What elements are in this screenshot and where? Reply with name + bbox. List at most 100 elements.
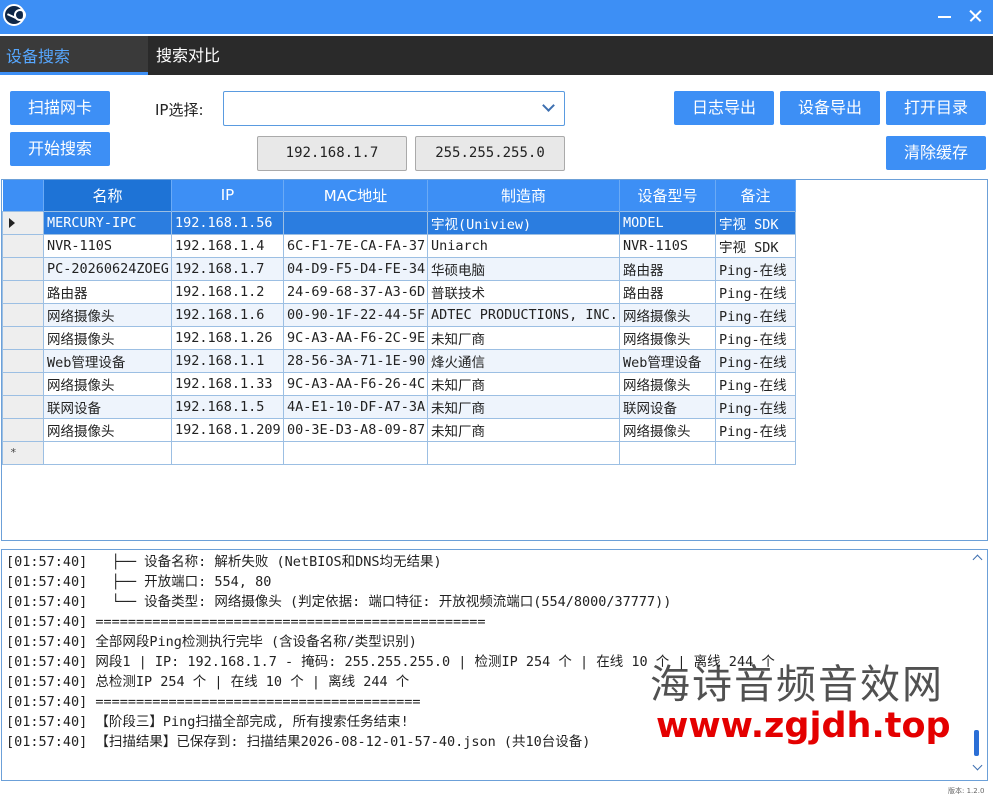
row-header[interactable] (2, 279, 44, 304)
cell-ip[interactable]: 192.168.1.33 (171, 371, 284, 396)
scroll-down-icon[interactable] (972, 760, 983, 771)
cell-remark[interactable]: Ping-在线 (715, 325, 796, 350)
column-header-ip[interactable]: IP (171, 180, 284, 211)
cell-name[interactable]: MERCURY-IPC (43, 210, 172, 235)
cell-remark[interactable]: 宇视 SDK (715, 233, 796, 258)
cell-manufacturer[interactable]: 未知厂商 (427, 394, 620, 419)
row-header[interactable] (2, 233, 44, 258)
new-row-cell[interactable] (283, 440, 428, 465)
cell-manufacturer[interactable]: 华硕电脑 (427, 256, 620, 281)
ip-address-field[interactable]: 192.168.1.7 (257, 136, 407, 171)
cell-name[interactable]: 网络摄像头 (43, 371, 172, 396)
table-row[interactable]: 网络摄像头 192.168.1.26 9C-A3-AA-F6-2C-9E 未知厂商 网络… (2, 325, 796, 350)
column-header-model[interactable]: 设备型号 (619, 180, 716, 211)
cell-mac[interactable]: 9C-A3-AA-F6-2C-9E (283, 325, 428, 350)
cell-name[interactable]: 网络摄像头 (43, 417, 172, 442)
device-grid[interactable]: 名称 IP MAC地址 制造商 设备型号 备注 MERCURY-IPC 192.1… (1, 179, 988, 541)
row-header[interactable] (2, 417, 44, 442)
cell-model[interactable]: Web管理设备 (619, 348, 716, 373)
table-row[interactable]: 联网设备 192.168.1.5 4A-E1-10-DF-A7-3A 未知厂商 联网设备… (2, 394, 796, 419)
cell-model[interactable]: 网络摄像头 (619, 417, 716, 442)
cell-ip[interactable]: 192.168.1.2 (171, 279, 284, 304)
cell-ip[interactable]: 192.168.1.209 (171, 417, 284, 442)
cell-name[interactable]: 路由器 (43, 279, 172, 304)
cell-mac[interactable] (283, 210, 428, 235)
cell-ip[interactable]: 192.168.1.26 (171, 325, 284, 350)
table-row[interactable]: Web管理设备 192.168.1.1 28-56-3A-71-1E-90 烽火通信 W… (2, 348, 796, 373)
cell-model[interactable]: 路由器 (619, 256, 716, 281)
column-header-manufacturer[interactable]: 制造商 (427, 180, 620, 211)
close-icon[interactable] (962, 4, 988, 28)
new-row-cell[interactable] (619, 440, 716, 465)
cell-mac[interactable]: 00-90-1F-22-44-5F (283, 302, 428, 327)
open-directory-button[interactable]: 打开目录 (886, 91, 986, 125)
cell-mac[interactable]: 04-D9-F5-D4-FE-34 (283, 256, 428, 281)
cell-ip[interactable]: 192.168.1.6 (171, 302, 284, 327)
cell-manufacturer[interactable]: ADTEC PRODUCTIONS, INC. (427, 302, 620, 327)
cell-name[interactable]: 联网设备 (43, 394, 172, 419)
new-row-cell[interactable] (427, 440, 620, 465)
cell-name[interactable]: NVR-110S (43, 233, 172, 258)
row-header[interactable] (2, 348, 44, 373)
cell-ip[interactable]: 192.168.1.5 (171, 394, 284, 419)
table-row[interactable]: 网络摄像头 192.168.1.209 00-3E-D3-A8-09-87 未知厂商网… (2, 417, 796, 442)
row-header[interactable] (2, 210, 44, 235)
table-row[interactable]: 网络摄像头 192.168.1.33 9C-A3-AA-F6-26-4C 未知厂商 网络… (2, 371, 796, 396)
device-export-button[interactable]: 设备导出 (780, 91, 880, 125)
cell-manufacturer[interactable]: 普联技术 (427, 279, 620, 304)
log-export-button[interactable]: 日志导出 (674, 91, 774, 125)
row-header[interactable] (2, 394, 44, 419)
cell-manufacturer[interactable]: 烽火通信 (427, 348, 620, 373)
row-header[interactable] (2, 371, 44, 396)
ip-select-dropdown[interactable] (223, 91, 565, 126)
cell-manufacturer[interactable]: 未知厂商 (427, 325, 620, 350)
cell-remark[interactable]: Ping-在线 (715, 279, 796, 304)
cell-manufacturer[interactable]: 未知厂商 (427, 417, 620, 442)
cell-remark[interactable]: Ping-在线 (715, 256, 796, 281)
new-row-cell[interactable] (715, 440, 796, 465)
new-row[interactable]: * (2, 440, 796, 465)
clear-cache-button[interactable]: 清除缓存 (886, 136, 986, 170)
tab-search-compare[interactable]: 搜索对比 (148, 36, 993, 75)
cell-ip[interactable]: 192.168.1.4 (171, 233, 284, 258)
cell-model[interactable]: 路由器 (619, 279, 716, 304)
row-header[interactable] (2, 256, 44, 281)
new-row-cell[interactable] (43, 440, 172, 465)
scan-nic-button[interactable]: 扫描网卡 (10, 91, 110, 125)
tab-device-search[interactable]: 设备搜索 (0, 36, 148, 75)
cell-remark[interactable]: 宇视 SDK (715, 210, 796, 235)
cell-remark[interactable]: Ping-在线 (715, 302, 796, 327)
cell-model[interactable]: 网络摄像头 (619, 302, 716, 327)
cell-mac[interactable]: 9C-A3-AA-F6-26-4C (283, 371, 428, 396)
column-header-mac[interactable]: MAC地址 (283, 180, 428, 211)
table-row[interactable]: 路由器 192.168.1.2 24-69-68-37-A3-6D 普联技术 路由器 Pi… (2, 279, 796, 304)
cell-name[interactable]: PC-20260624ZOEG (43, 256, 172, 281)
table-row[interactable]: 网络摄像头 192.168.1.6 00-90-1F-22-44-5F ADTEC P… (2, 302, 796, 327)
cell-mac[interactable]: 6C-F1-7E-CA-FA-37 (283, 233, 428, 258)
cell-name[interactable]: Web管理设备 (43, 348, 172, 373)
cell-mac[interactable]: 24-69-68-37-A3-6D (283, 279, 428, 304)
new-row-cell[interactable] (171, 440, 284, 465)
cell-ip[interactable]: 192.168.1.7 (171, 256, 284, 281)
cell-remark[interactable]: Ping-在线 (715, 394, 796, 419)
table-row[interactable]: PC-20260624ZOEG 192.168.1.7 04-D9-F5-D4-FE… (2, 256, 796, 281)
table-row[interactable]: MERCURY-IPC 192.168.1.56 宇视(Uniview) MODEL 宇… (2, 210, 796, 235)
column-header-name[interactable]: 名称 (43, 180, 172, 211)
cell-manufacturer[interactable]: 宇视(Uniview) (427, 210, 620, 235)
cell-mac[interactable]: 4A-E1-10-DF-A7-3A (283, 394, 428, 419)
row-header[interactable]: * (2, 440, 44, 465)
minimize-icon[interactable] (932, 4, 958, 28)
cell-model[interactable]: NVR-110S (619, 233, 716, 258)
cell-model[interactable]: 网络摄像头 (619, 371, 716, 396)
cell-remark[interactable]: Ping-在线 (715, 348, 796, 373)
cell-ip[interactable]: 192.168.1.56 (171, 210, 284, 235)
subnet-mask-field[interactable]: 255.255.255.0 (415, 136, 565, 171)
cell-name[interactable]: 网络摄像头 (43, 325, 172, 350)
cell-remark[interactable]: Ping-在线 (715, 371, 796, 396)
cell-mac[interactable]: 00-3E-D3-A8-09-87 (283, 417, 428, 442)
cell-mac[interactable]: 28-56-3A-71-1E-90 (283, 348, 428, 373)
cell-name[interactable]: 网络摄像头 (43, 302, 172, 327)
cell-manufacturer[interactable]: Uniarch (427, 233, 620, 258)
cell-remark[interactable]: Ping-在线 (715, 417, 796, 442)
cell-ip[interactable]: 192.168.1.1 (171, 348, 284, 373)
